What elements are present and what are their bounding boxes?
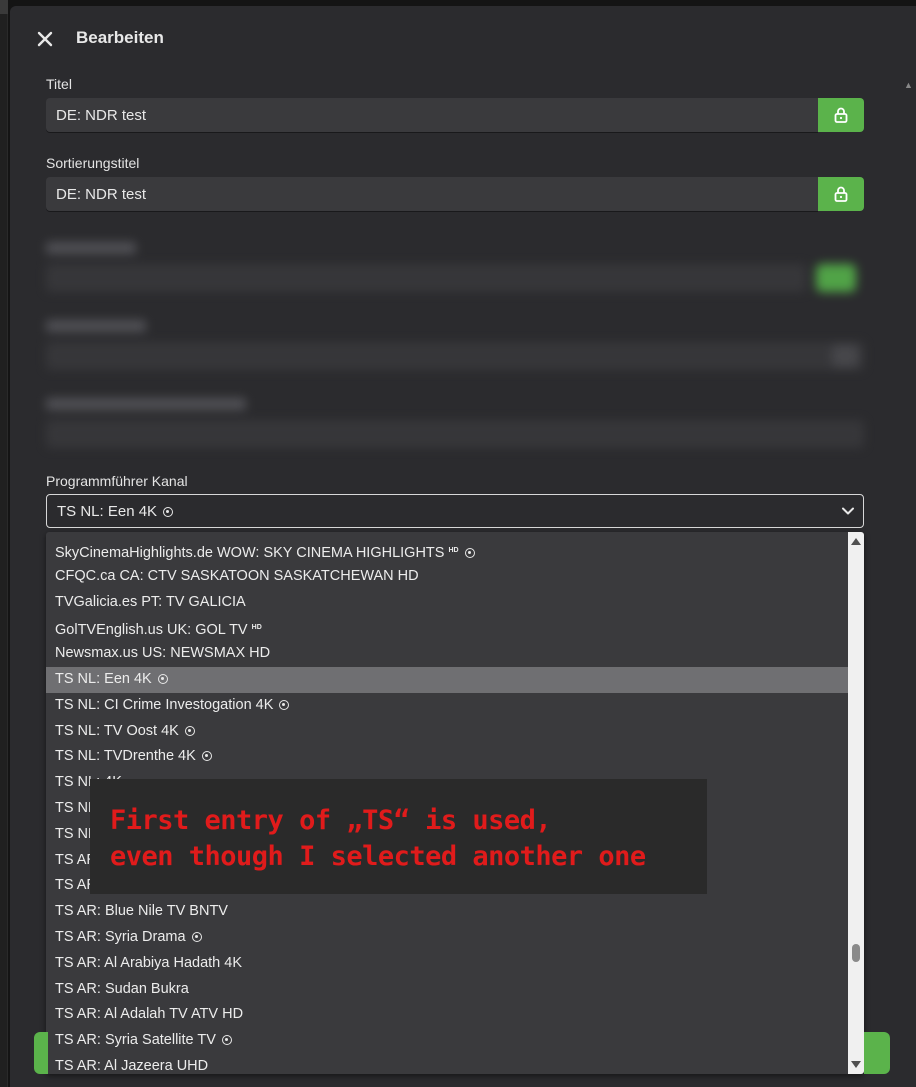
radio-icon: [163, 507, 174, 517]
dropdown-scrollbar[interactable]: [848, 532, 864, 1074]
close-button[interactable]: [34, 28, 56, 50]
dropdown-option[interactable]: TS AR: Sudan Bukra: [46, 977, 848, 1003]
dropdown-option-label: TS AR: Sudan Bukra: [55, 980, 189, 997]
dropdown-option[interactable]: TS NL: TV Oost 4K: [46, 719, 848, 745]
sort-title-lock-button[interactable]: [818, 177, 864, 211]
dropdown-option[interactable]: TS AR: Syria Drama: [46, 925, 848, 951]
save-button-edge[interactable]: [864, 1032, 890, 1074]
dropdown-option[interactable]: TS AR: Syria Satellite TV: [46, 1028, 848, 1054]
sort-title-label: Sortierungstitel: [46, 155, 140, 171]
dropdown-option-label: TS NL: Een 4K: [55, 670, 156, 687]
dialog-title: Bearbeiten: [76, 28, 164, 47]
title-lock-button[interactable]: [818, 98, 864, 132]
background-icon: [0, 0, 8, 14]
dropdown-option[interactable]: TS AR: Al Jazeera UHD: [46, 1054, 848, 1074]
dropdown-option-label: TVGalicia.es PT: TV GALICIA: [55, 593, 246, 610]
dropdown-option-label: TS AR: Blue Nile TV BNTV: [55, 903, 228, 920]
annotation-line-1: First entry of „TS“ is used,: [110, 805, 552, 836]
redacted-field: [46, 342, 864, 370]
radio-icon: [184, 725, 195, 736]
dropdown-option-label: TS AR: Al Adalah TV ATV HD: [55, 1006, 244, 1023]
dropdown-option[interactable]: SkyCinemaHighlights.de WOW: SKY CINEMA H…: [46, 538, 848, 564]
title-input[interactable]: DE: NDR test: [46, 98, 818, 132]
epg-channel-label: Programmführer Kanal: [46, 473, 188, 489]
radio-icon: [221, 1035, 232, 1046]
radio-icon: [201, 751, 212, 762]
redacted-label: [46, 242, 136, 254]
dropdown-option[interactable]: TS NL: TVDrenthe 4K: [46, 744, 848, 770]
dropdown-option-label: TS AR: Al Arabiya Hadath 4K: [55, 954, 242, 971]
dropdown-option[interactable]: TS AR: Blue Nile TV BNTV: [46, 899, 848, 925]
redacted-field: [46, 264, 806, 292]
redacted-field: [46, 420, 864, 448]
dropdown-option-label: TS AR: Syria Satellite TV: [55, 1032, 220, 1049]
dropdown-option[interactable]: TS AR: Al Adalah TV ATV HD: [46, 1002, 848, 1028]
dropdown-option-label: TS NL: TV Oost 4K: [55, 722, 183, 739]
dropdown-option-label: CFQC.ca CA: CTV SASKATOON SASKATCHEWAN H…: [55, 567, 419, 584]
radio-icon: [191, 931, 202, 942]
sort-title-input[interactable]: DE: NDR test: [46, 177, 818, 211]
redacted-button: [832, 345, 858, 367]
dropdown-option[interactable]: Newsmax.us US: NEWSMAX HD: [46, 641, 848, 667]
dropdown-option-label: TS AR: Syria Drama: [55, 928, 190, 945]
redacted-region: [14, 214, 866, 472]
epg-channel-select[interactable]: TS NL: Een 4K: [46, 494, 864, 528]
background-app-edge: [0, 0, 8, 1087]
title-label: Titel: [46, 76, 72, 92]
dropdown-option-label: TS AR: Al Jazeera UHD: [55, 1057, 209, 1074]
scroll-down-arrow-icon[interactable]: [851, 1061, 861, 1068]
edit-dialog: Bearbeiten ▲ Titel DE: NDR test Sortieru…: [10, 6, 916, 1087]
scroll-up-arrow-icon[interactable]: [851, 538, 861, 545]
dropdown-option[interactable]: TS AR: Al Arabiya Hadath 4K: [46, 951, 848, 977]
dialog-scroll-up-icon[interactable]: ▲: [904, 80, 914, 90]
redacted-toggle: [816, 264, 856, 292]
close-icon: [37, 31, 53, 47]
save-button-edge[interactable]: [34, 1032, 48, 1074]
dropdown-option-label: TS NL: TVDrenthe 4K: [55, 748, 200, 765]
dropdown-option[interactable]: CFQC.ca CA: CTV SASKATOON SASKATCHEWAN H…: [46, 564, 848, 590]
annotation-box: First entry of „TS“ is used, even though…: [90, 779, 707, 894]
radio-icon: [464, 548, 475, 558]
dropdown-option[interactable]: TS NL: CI Crime Investogation 4K: [46, 693, 848, 719]
radio-icon: [157, 673, 168, 684]
dropdown-option[interactable]: GolTVEnglish.us UK: GOL TV HD: [46, 615, 848, 641]
annotation-line-2: even though I selected another one: [110, 841, 646, 872]
epg-selected-value: TS NL: Een 4K: [57, 503, 158, 520]
redacted-label: [46, 320, 146, 332]
hd-badge: HD: [448, 547, 459, 554]
lock-open-icon: [834, 186, 848, 202]
chevron-down-icon: [842, 507, 854, 515]
dropdown-option[interactable]: TS NL: Een 4K: [46, 666, 848, 693]
dropdown-option[interactable]: TVGalicia.es PT: TV GALICIA: [46, 590, 848, 616]
redacted-label: [46, 398, 246, 410]
radio-icon: [279, 699, 290, 710]
dialog-header: Bearbeiten: [10, 6, 916, 72]
dropdown-option-label: GolTVEnglish.us UK: GOL TV: [55, 622, 252, 639]
dropdown-option-label: TS NL: CI Crime Investogation 4K: [55, 696, 278, 713]
dropdown-option-label: SkyCinemaHighlights.de WOW: SKY CINEMA H…: [55, 545, 449, 561]
scrollbar-thumb[interactable]: [852, 944, 860, 962]
hd-badge: HD: [251, 624, 262, 632]
dropdown-option-label: Newsmax.us US: NEWSMAX HD: [55, 645, 271, 662]
lock-open-icon: [834, 107, 848, 123]
